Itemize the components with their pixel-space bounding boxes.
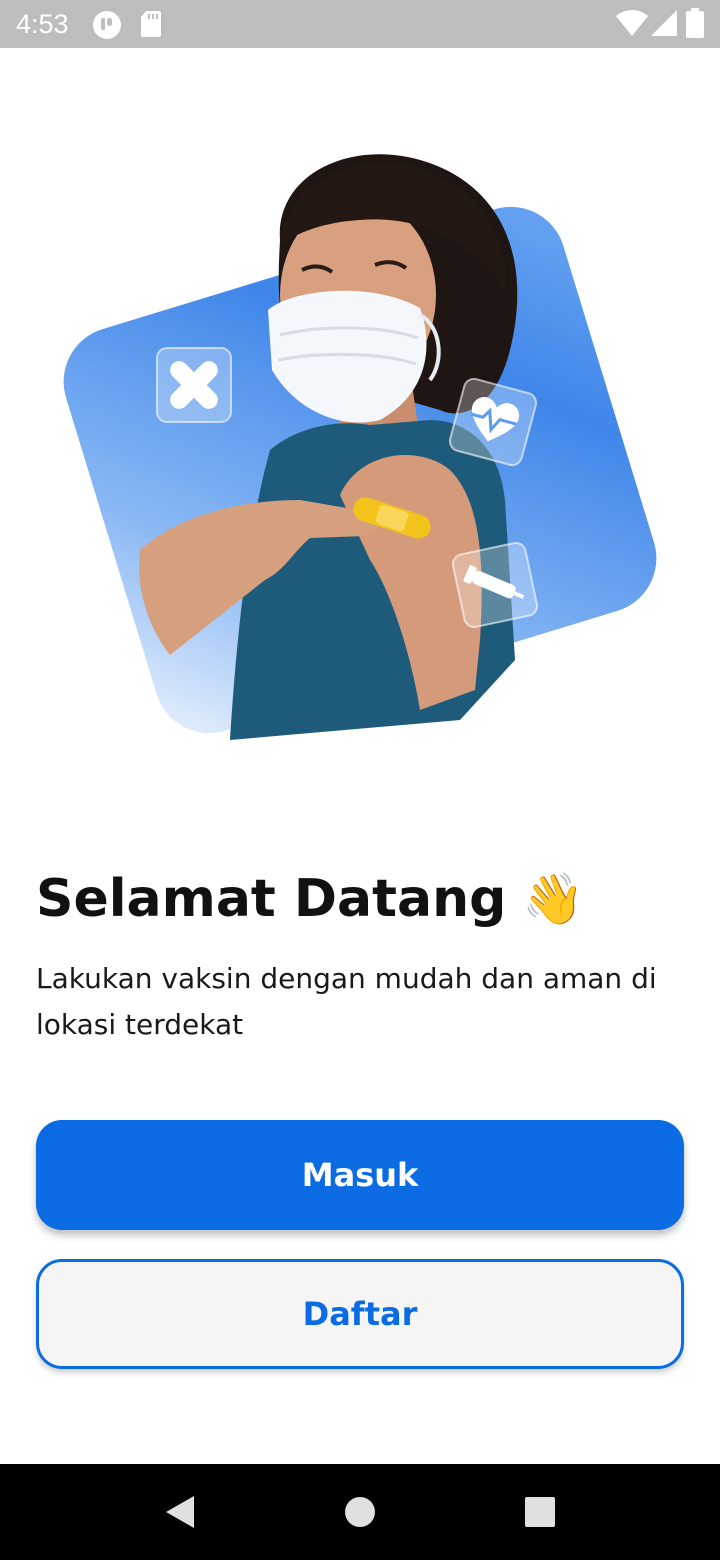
bandage-icon: [156, 347, 232, 423]
home-icon[interactable]: [310, 1464, 410, 1560]
vaccine-syringe-icon: [451, 541, 539, 629]
sd-card-icon: [140, 10, 162, 42]
register-button-label: Daftar: [302, 1295, 418, 1333]
login-button[interactable]: Masuk: [36, 1120, 684, 1230]
back-icon[interactable]: [130, 1464, 230, 1560]
status-bar: 4:53: [0, 0, 720, 48]
waving-hand-emoji: 👋: [522, 870, 585, 928]
status-time: 4:53: [16, 9, 69, 39]
title-text: Selamat Datang: [36, 869, 507, 929]
system-navigation-bar: [0, 1464, 720, 1560]
welcome-screen: 4:53 Selamat Datang 👋 Lakukan vaksin den…: [0, 0, 720, 1560]
register-button[interactable]: Daftar: [36, 1259, 684, 1369]
signal-icon: [650, 9, 678, 41]
notification-app-icon: [92, 10, 122, 44]
hero-illustration: [40, 120, 680, 760]
recents-icon[interactable]: [490, 1464, 590, 1560]
welcome-subtitle: Lakukan vaksin dengan mudah dan aman di …: [36, 962, 657, 1041]
login-button-label: Masuk: [301, 1156, 419, 1194]
wifi-icon: [616, 9, 648, 41]
battery-icon: [686, 8, 704, 42]
page-title: Selamat Datang 👋: [36, 862, 585, 936]
